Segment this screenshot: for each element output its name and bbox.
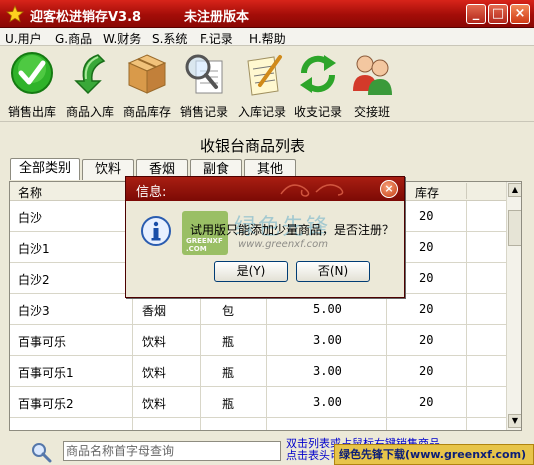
- vertical-scrollbar[interactable]: ▲ ▼: [506, 182, 521, 430]
- menu-bar: U.用户 G.商品 W.财务 S.系统 F.记录 H.帮助: [0, 28, 534, 46]
- column-header-name[interactable]: 名称: [18, 184, 42, 201]
- cell-price: 3.00: [313, 395, 342, 409]
- cell-name: 白沙1: [18, 242, 50, 256]
- cell-type: 香烟: [142, 304, 167, 318]
- menu-goods[interactable]: G.商品: [55, 30, 92, 47]
- greenxf-logo-text: GREENXF .COM: [186, 237, 223, 253]
- column-header-stock[interactable]: 库存: [415, 184, 439, 201]
- cell-type: 饮料: [142, 366, 167, 380]
- cell-price: 3.00: [313, 364, 342, 378]
- unregistered-label: 未注册版本: [184, 10, 250, 25]
- check-icon: [11, 52, 53, 94]
- scroll-up-arrow-icon[interactable]: ▲: [508, 183, 521, 197]
- maximize-button[interactable]: □: [488, 4, 508, 24]
- info-icon: [141, 216, 171, 246]
- cell-stock: 20: [419, 302, 434, 316]
- search-pen-icon: [32, 443, 52, 463]
- cell-type: 饮料: [142, 397, 167, 411]
- dialog-message: 试用版只能添加少量商品，是否注册？: [190, 223, 395, 237]
- cell-stock: 20: [419, 395, 434, 409]
- dialog-close-button[interactable]: ×: [380, 180, 398, 198]
- cell-name: 百事可乐: [18, 335, 67, 349]
- toolbar: 销售出库 商品入库 商品库存 销售记录 入库记录 收支记录 交接班: [0, 47, 534, 122]
- yes-button[interactable]: 是(Y): [214, 261, 288, 282]
- goods-search-input[interactable]: [63, 441, 281, 461]
- users-icon: [353, 55, 392, 95]
- info-dialog: 信息: × GREENXF .COM 绿色先锋 www.greenxf.com …: [125, 176, 405, 298]
- dialog-title: 信息:: [136, 185, 167, 200]
- cell-unit: 包: [222, 304, 235, 318]
- close-window-button[interactable]: ×: [510, 4, 530, 24]
- shift-handover-button[interactable]: 交接班: [342, 51, 402, 119]
- window-title: 迎客松进销存V3.8: [30, 10, 142, 25]
- cell-name: 白沙2: [18, 273, 50, 287]
- menu-help[interactable]: H.帮助: [249, 30, 286, 47]
- menu-system[interactable]: S.系统: [152, 30, 187, 47]
- title-bar: 迎客松进销存V3.8 未注册版本 _ □ ×: [0, 0, 534, 28]
- cell-name: 白沙: [18, 211, 43, 225]
- panel-title: 收银台商品列表: [200, 137, 306, 155]
- minimize-button[interactable]: _: [466, 4, 486, 24]
- magnifier-document-icon: [185, 54, 223, 94]
- cell-price: 5.00: [313, 302, 342, 316]
- cell-name: 百事可乐1: [18, 366, 74, 380]
- menu-user[interactable]: U.用户: [5, 30, 42, 47]
- watermark-url: www.greenxf.com: [238, 239, 328, 250]
- cell-stock: 20: [419, 364, 434, 378]
- refresh-arrows-icon: [300, 55, 336, 93]
- cell-unit: 瓶: [222, 335, 235, 349]
- sales-record-button[interactable]: 销售记录: [174, 51, 234, 119]
- return-arrow-icon: [74, 54, 106, 95]
- cell-unit: 瓶: [222, 397, 235, 411]
- shift-handover-label: 交接班: [353, 105, 390, 119]
- scroll-thumb[interactable]: [508, 210, 521, 246]
- tab-all[interactable]: 全部类别: [10, 158, 80, 180]
- box-icon: [127, 54, 167, 94]
- download-site-banner: 绿色先锋下载(www.greenxf.com): [334, 444, 534, 465]
- table-row[interactable]: 百事可乐2 饮料 瓶 3.00 20: [10, 387, 506, 418]
- cell-stock: 20: [419, 209, 434, 223]
- cell-name: 白沙3: [18, 304, 50, 318]
- no-button[interactable]: 否(N): [296, 261, 370, 282]
- cell-type: 饮料: [142, 335, 167, 349]
- sales-out-button[interactable]: 销售出库: [2, 51, 62, 119]
- cell-stock: 20: [419, 240, 434, 254]
- cell-stock: 20: [419, 271, 434, 285]
- dialog-title-bar: 信息: ×: [126, 177, 404, 201]
- cell-stock: 20: [419, 333, 434, 347]
- star-app-icon: [6, 5, 24, 23]
- scroll-down-arrow-icon[interactable]: ▼: [508, 414, 521, 428]
- decorative-swirl-icon: [280, 184, 344, 197]
- cell-price: 3.00: [313, 333, 342, 347]
- cell-name: 百事可乐2: [18, 397, 74, 411]
- table-row[interactable]: 白沙3 香烟 包 5.00 20: [10, 294, 506, 325]
- table-row[interactable]: 百事可乐1 饮料 瓶 3.00 20: [10, 356, 506, 387]
- menu-records[interactable]: F.记录: [200, 30, 233, 47]
- notepad-pen-icon: [247, 55, 282, 96]
- table-row[interactable]: 百事可乐 饮料 瓶 3.00 20: [10, 325, 506, 356]
- menu-finance[interactable]: W.财务: [103, 30, 141, 47]
- cell-unit: 瓶: [222, 366, 235, 380]
